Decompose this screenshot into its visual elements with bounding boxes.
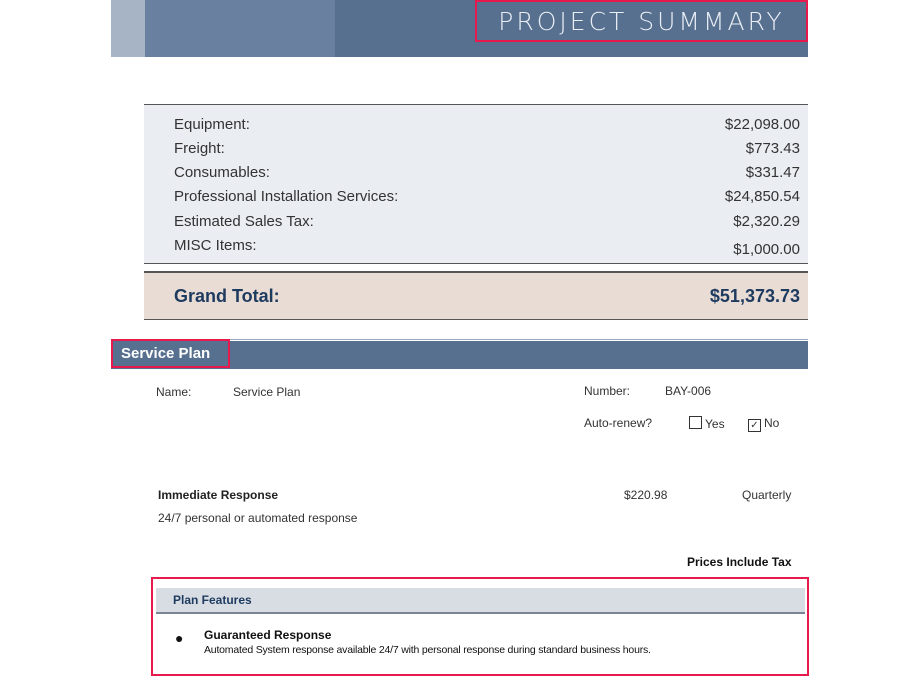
cost-value: $22,098.00 — [724, 115, 800, 133]
page-title: PROJECT SUMMARY — [475, 0, 808, 42]
cost-row-misc: MISC Items: $1,000.00 — [174, 233, 800, 258]
cost-row-consumables: Consumables: $331.47 — [174, 160, 800, 184]
plan-features-panel: Plan Features ● Guaranteed Response Auto… — [151, 577, 809, 676]
cost-row-equipment: Equipment: $22,098.00 — [174, 112, 800, 136]
header-banner: PROJECT SUMMARY — [111, 0, 808, 57]
plan-item-description: 24/7 personal or automated response — [158, 511, 358, 525]
plan-number-value: BAY-006 — [665, 384, 712, 398]
cost-label: Consumables: — [174, 163, 270, 181]
grand-total-row: Grand Total: $51,373.73 — [144, 271, 808, 320]
banner-accent-mid — [145, 0, 335, 57]
banner-accent-light — [111, 0, 145, 57]
plan-name-label: Name: — [156, 385, 192, 399]
auto-renew-label: Auto-renew? — [584, 416, 653, 430]
plan-name-value: Service Plan — [233, 385, 301, 399]
auto-renew-yes-option[interactable]: Yes — [689, 416, 725, 431]
plan-item-name: Immediate Response — [158, 488, 279, 502]
grand-total-value: $51,373.73 — [709, 286, 800, 306]
cost-value: $24,850.54 — [724, 187, 800, 205]
cost-value: $331.47 — [745, 163, 800, 181]
plan-item-frequency: Quarterly — [742, 488, 792, 502]
bullet-icon: ● — [175, 630, 184, 646]
plan-item-price: $220.98 — [624, 488, 668, 502]
cost-label: Professional Installation Services: — [174, 187, 399, 205]
cost-label: Freight: — [174, 139, 225, 157]
plan-features-header: Plan Features — [156, 588, 805, 614]
grand-total-label: Grand Total: — [174, 286, 280, 306]
cost-value: $773.43 — [745, 139, 800, 157]
cost-value: $1,000.00 — [733, 240, 800, 258]
plan-features-heading: Plan Features — [173, 593, 252, 607]
cost-row-installation: Professional Installation Services: $24,… — [174, 184, 800, 208]
feature-name: Guaranteed Response — [204, 628, 332, 642]
cost-value: $2,320.29 — [733, 212, 800, 230]
plan-number-label: Number: — [584, 384, 631, 398]
cost-label: MISC Items: — [174, 236, 257, 254]
no-label: No — [764, 416, 780, 430]
yes-label: Yes — [705, 417, 725, 431]
cost-summary-table: Equipment: $22,098.00 Freight: $773.43 C… — [144, 104, 808, 264]
no-checkbox-checked-icon[interactable]: ✓ — [748, 419, 761, 432]
auto-renew-no-option[interactable]: ✓ No — [748, 416, 779, 432]
tax-note: Prices Include Tax — [687, 555, 792, 569]
cost-label: Equipment: — [174, 115, 250, 133]
cost-label: Estimated Sales Tax: — [174, 212, 314, 230]
cost-row-sales-tax: Estimated Sales Tax: $2,320.29 — [174, 209, 800, 233]
section-divider — [144, 339, 808, 340]
yes-checkbox[interactable] — [689, 416, 702, 429]
service-plan-heading: Service Plan — [111, 339, 230, 368]
cost-row-freight: Freight: $773.43 — [174, 136, 800, 160]
feature-description: Automated System response available 24/7… — [204, 644, 651, 656]
